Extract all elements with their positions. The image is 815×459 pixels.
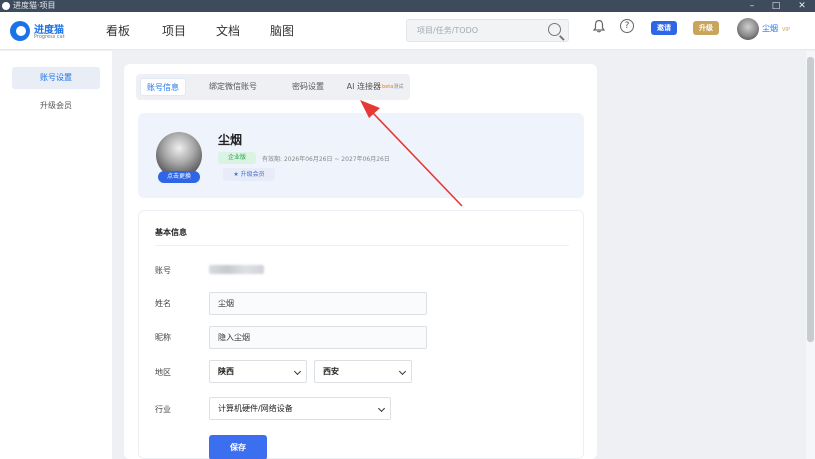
annotation-arrow bbox=[360, 100, 463, 207]
